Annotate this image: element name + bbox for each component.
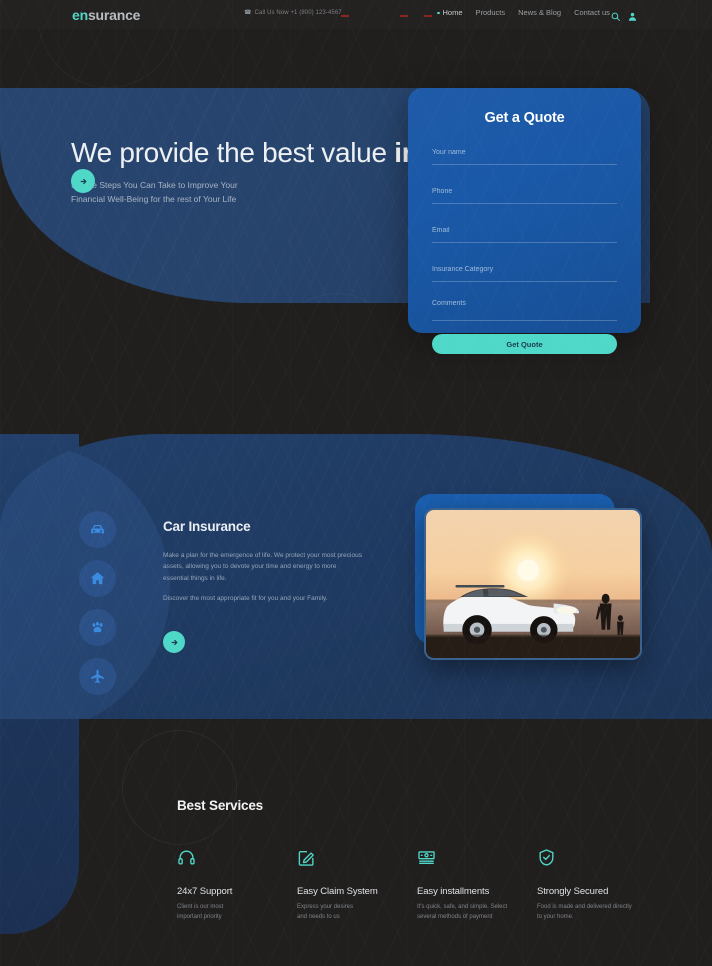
service-title-secured: Strongly Secured: [537, 886, 609, 897]
logo-en: en: [72, 7, 88, 23]
banknote-icon: [417, 848, 537, 874]
insurance-category-input[interactable]: [432, 266, 617, 273]
car-insurance-title: Car Insurance: [163, 519, 251, 534]
hero-cta-arrow-button[interactable]: [71, 169, 95, 193]
sidenav-item-car-insurance[interactable]: [79, 511, 116, 548]
airplane-icon: [91, 669, 104, 683]
nav-item-products[interactable]: Products: [476, 8, 506, 17]
service-desc-support: Client is our most important priority: [177, 902, 297, 923]
insurance-category-sidenav: [79, 511, 116, 707]
search-icon[interactable]: [611, 8, 620, 26]
get-quote-button[interactable]: Get Quote: [432, 334, 617, 354]
sunset-suv-illustration: [426, 510, 640, 658]
car-insurance-paragraph-1: Make a plan for the emergence of life. W…: [163, 552, 362, 582]
header-accent-dash-3: [424, 15, 432, 17]
hero-sub-line-2: Financial Well-Being for the rest of You…: [71, 193, 237, 204]
service-desc-line1: Food is made and delivered directly: [537, 904, 632, 910]
hero-sub-line-1: Simple Steps You Can Take to Improve You…: [71, 180, 238, 191]
site-header: ensurance ☎ Call Us Now +1 (800) 123-456…: [0, 0, 712, 29]
comments-textarea[interactable]: [432, 300, 617, 310]
nav-item-home[interactable]: Home: [437, 8, 463, 17]
service-desc-secured: Food is made and delivered directly to y…: [537, 902, 657, 923]
car-insurance-paragraph-2: Discover the most appropriate fit for yo…: [163, 595, 328, 603]
phone-input[interactable]: [432, 188, 617, 195]
quote-field-phone[interactable]: [432, 180, 617, 204]
logo-surance: surance: [87, 7, 141, 23]
service-desc-line1: It's quick, safe, and simple. Select: [417, 904, 508, 910]
get-a-quote-card: Get a Quote Get Quote: [408, 88, 641, 354]
user-account-icon[interactable]: [628, 8, 637, 26]
best-services-title: Best Services: [177, 798, 263, 813]
service-title-claim: Easy Claim System: [297, 886, 378, 897]
arrow-right-icon: [80, 178, 86, 184]
services-decorative-circle: [122, 730, 237, 845]
service-item-secured: Strongly Secured Food is made and delive…: [537, 848, 657, 923]
car-insurance-photo: [424, 508, 642, 660]
service-desc-claim: Express your desires and needs to us: [297, 902, 417, 923]
header-phone[interactable]: ☎ Call Us Now +1 (800) 123-4567: [244, 9, 342, 17]
your-name-input[interactable]: [432, 149, 617, 156]
sidenav-item-travel-insurance[interactable]: [79, 658, 116, 695]
services-list: 24x7 Support Client is our most importan…: [177, 848, 677, 923]
service-item-claim: Easy Claim System Express your desires a…: [297, 848, 417, 923]
headset-icon: [177, 848, 297, 874]
best-services-section: Best Services 24x7 Support Client is our…: [0, 730, 712, 966]
sidenav-item-home-insurance[interactable]: [79, 560, 116, 597]
service-desc-installments: It's quick, safe, and simple. Select sev…: [417, 902, 537, 923]
shield-check-icon: [537, 848, 657, 874]
site-logo[interactable]: ensurance: [72, 7, 140, 23]
service-item-installments: Easy installments It's quick, safe, and …: [417, 848, 537, 923]
service-desc-line2: and needs to us: [297, 914, 340, 921]
header-accent-dash-1: [341, 15, 349, 17]
service-desc-line1: Express your desires: [297, 904, 354, 910]
nav-item-news-blog[interactable]: News & Blog: [518, 8, 561, 17]
email-input[interactable]: [432, 227, 617, 234]
hero-heading-light: We provide the best value: [71, 137, 395, 168]
pet-paw-icon: [92, 621, 103, 633]
header-phone-text: Call Us Now +1 (800) 123-4567: [254, 9, 342, 16]
nav-label-home: Home: [442, 8, 463, 17]
quote-field-insurance-category[interactable]: [432, 258, 617, 282]
car-icon: [91, 524, 104, 534]
quote-card-title: Get a Quote: [484, 110, 565, 126]
home-icon: [90, 572, 105, 585]
active-bullet-icon: [437, 11, 440, 15]
phone-icon: ☎: [244, 10, 252, 16]
service-title-installments: Easy installments: [417, 886, 490, 897]
sidenav-item-pet-insurance[interactable]: [79, 609, 116, 646]
car-insurance-cta-arrow-button[interactable]: [163, 631, 185, 653]
arrow-right-icon: [171, 639, 177, 645]
nav-item-contact-us[interactable]: Contact us: [574, 8, 610, 17]
page-root: ensurance ☎ Call Us Now +1 (800) 123-456…: [0, 0, 712, 966]
service-desc-line1: Client is our most: [177, 904, 224, 910]
quote-field-your-name[interactable]: [432, 141, 617, 165]
main-navigation: Home Products News & Blog Contact us: [437, 8, 610, 17]
car-insurance-text-block: Car Insurance Make a plan for the emerge…: [163, 519, 363, 605]
service-desc-line2: important priority: [177, 914, 222, 921]
service-desc-line2: several methods of payment: [417, 914, 493, 921]
service-title-support: 24x7 Support: [177, 886, 233, 897]
service-item-support: 24x7 Support Client is our most importan…: [177, 848, 297, 923]
header-accent-dash-2: [400, 15, 408, 17]
quote-field-email[interactable]: [432, 219, 617, 243]
quote-field-comments[interactable]: [432, 297, 617, 321]
edit-document-icon: [297, 848, 417, 874]
service-desc-line2: to your home.: [537, 914, 574, 921]
